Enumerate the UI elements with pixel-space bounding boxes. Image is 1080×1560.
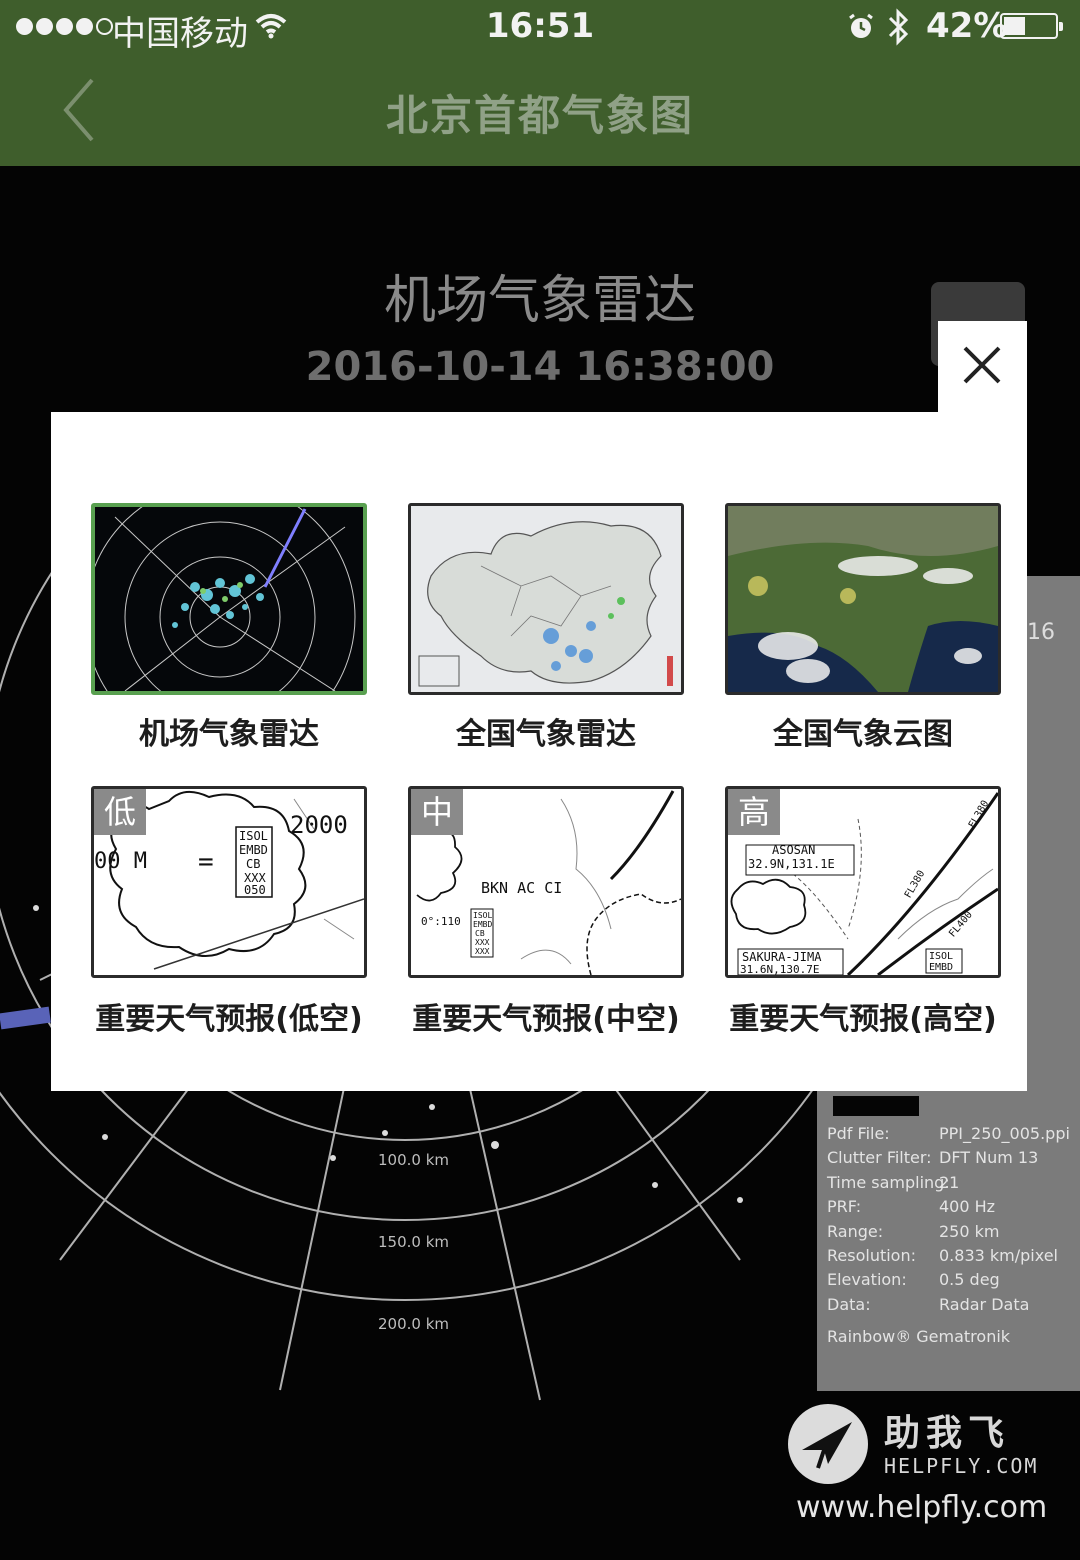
- info-value: Radar Data: [939, 1294, 1030, 1314]
- chart-picker-modal: 机场气象雷达 全国气象雷达 全国气象云图 低 2000 00 M = ISOL …: [51, 412, 1027, 1091]
- info-row: PRF: 400 Hz: [827, 1195, 1070, 1219]
- sketch-coord: 0°:110: [421, 915, 461, 928]
- sketch-cloud: BKN AC CI: [481, 879, 563, 897]
- info-key: Resolution:: [827, 1246, 916, 1266]
- sketch-box-2: EMBD: [239, 843, 268, 857]
- info-key: Data:: [827, 1294, 871, 1314]
- battery-level-fill: [1004, 17, 1025, 35]
- nav-title: 北京首都气象图: [385, 91, 694, 140]
- status-time: 16:51: [485, 6, 595, 46]
- sketch-wp2-pos: 31.6N,130.7E: [740, 963, 820, 976]
- info-footer: Rainbow® Gematronik: [827, 1327, 1011, 1346]
- watermark-name: 助我飞: [884, 1413, 1011, 1454]
- sketch-box-4: XXX: [475, 938, 490, 947]
- range-label-150: 150.0 km: [378, 1233, 450, 1251]
- page-timestamp: 2016-10-14 16:38:00: [305, 344, 775, 390]
- close-button[interactable]: [938, 321, 1027, 421]
- watermark-url: www.helpfly.com: [796, 1490, 1048, 1525]
- top-bar: 中国移动 16:51 42% 北京首都气象图: [0, 0, 1080, 166]
- level-badge: 中: [411, 789, 463, 835]
- helpfly-logo-icon: [788, 1404, 868, 1484]
- sketch-left: 00 M: [94, 849, 147, 874]
- thumbnail-sigwx-mid: 中 BKN AC CI 0°:110 ISOL EMBD CB XXX XXX: [408, 786, 684, 978]
- sketch-box-3: CB: [475, 929, 485, 938]
- thumbnail-national-radar: [408, 503, 684, 695]
- info-value: DFT Num 13: [939, 1148, 1039, 1168]
- info-key: Elevation:: [827, 1270, 907, 1290]
- info-row: Pdf File: PPI_250_005.ppi: [827, 1122, 1070, 1146]
- alarm-icon: [849, 13, 873, 38]
- level-badge: 高: [728, 789, 780, 835]
- thumbnail-national-cloud: [725, 503, 1001, 695]
- battery-percent: 42%: [926, 6, 1008, 46]
- info-value: 250 km: [939, 1221, 1000, 1241]
- battery-icon: [1000, 13, 1063, 39]
- tile-label: 全国气象雷达: [456, 717, 636, 752]
- sketch-box-3: CB: [246, 857, 261, 871]
- info-value: 0.5 deg: [939, 1270, 1000, 1290]
- info-row: Elevation: 0.5 deg: [827, 1268, 1070, 1292]
- info-key: Clutter Filter:: [827, 1148, 932, 1168]
- page-title: 机场气象雷达: [383, 271, 696, 331]
- info-rows: Pdf File: PPI_250_005.ppi Clutter Filter: D…: [827, 1122, 1070, 1317]
- sketch-value: 2000: [290, 811, 348, 839]
- sketch-eq: =: [198, 847, 214, 877]
- info-key: Pdf File:: [827, 1124, 890, 1143]
- info-key: PRF:: [827, 1197, 862, 1217]
- info-value: 400 Hz: [939, 1197, 996, 1217]
- info-row: Data: Radar Data: [827, 1293, 1070, 1317]
- info-value: 0.833 km/pixel: [939, 1246, 1058, 1266]
- tile-label: 全国气象云图: [773, 717, 953, 752]
- status-bar: 中国移动 16:51 42%: [0, 0, 1080, 56]
- info-row: Time sampling: 21: [827, 1171, 1070, 1195]
- close-icon: [963, 346, 1001, 384]
- sketch-wp1-pos: 32.9N,131.1E: [748, 857, 835, 871]
- tile-label: 重要天气预报(中空): [412, 1002, 680, 1037]
- info-row: Clutter Filter: DFT Num 13: [827, 1146, 1070, 1170]
- info-partial-number: 16: [1027, 620, 1055, 645]
- range-label-200: 200.0 km: [378, 1315, 450, 1333]
- info-row: Range: 250 km: [827, 1220, 1070, 1244]
- tile-label: 重要天气预报(高空): [729, 1002, 997, 1037]
- info-value: 21: [939, 1172, 960, 1192]
- range-label-100: 100.0 km: [378, 1151, 450, 1169]
- sketch-wp2: SAKURA-JIMA: [742, 950, 822, 964]
- sketch-box-2: EMBD: [929, 962, 954, 973]
- info-black-bar: [833, 1096, 919, 1116]
- info-row: Resolution: 0.833 km/pixel: [827, 1244, 1070, 1268]
- info-key: Time sampling:: [827, 1172, 950, 1192]
- thumbnail-airport-radar: [91, 503, 367, 695]
- thumbnail-sigwx-high: 高 ASOSAN 32.9N,131.1E SAKURA-JIMA 31.6N,…: [725, 786, 1001, 978]
- sketch-box-2: EMBD: [473, 920, 493, 929]
- sketch-box-5: XXX: [475, 947, 490, 956]
- sketch-box-5: 050: [244, 883, 266, 897]
- sketch-box-1: ISOL: [239, 829, 268, 843]
- level-badge: 低: [94, 789, 146, 835]
- bluetooth-icon: [888, 8, 909, 46]
- sketch-box-1: ISOL: [473, 911, 493, 920]
- info-value: PPI_250_005.ppi: [939, 1124, 1070, 1143]
- thumbnail-sigwx-low: 低 2000 00 M = ISOL EMBD CB XXX 050: [91, 786, 367, 978]
- tile-label: 重要天气预报(低空): [95, 1002, 363, 1037]
- watermark-domain: HELPFLY.COM: [884, 1454, 1039, 1478]
- sketch-box-1: ISOL: [929, 951, 954, 962]
- info-key: Range:: [827, 1221, 884, 1241]
- sketch-wp1: ASOSAN: [772, 843, 816, 857]
- tile-label: 机场气象雷达: [139, 717, 319, 752]
